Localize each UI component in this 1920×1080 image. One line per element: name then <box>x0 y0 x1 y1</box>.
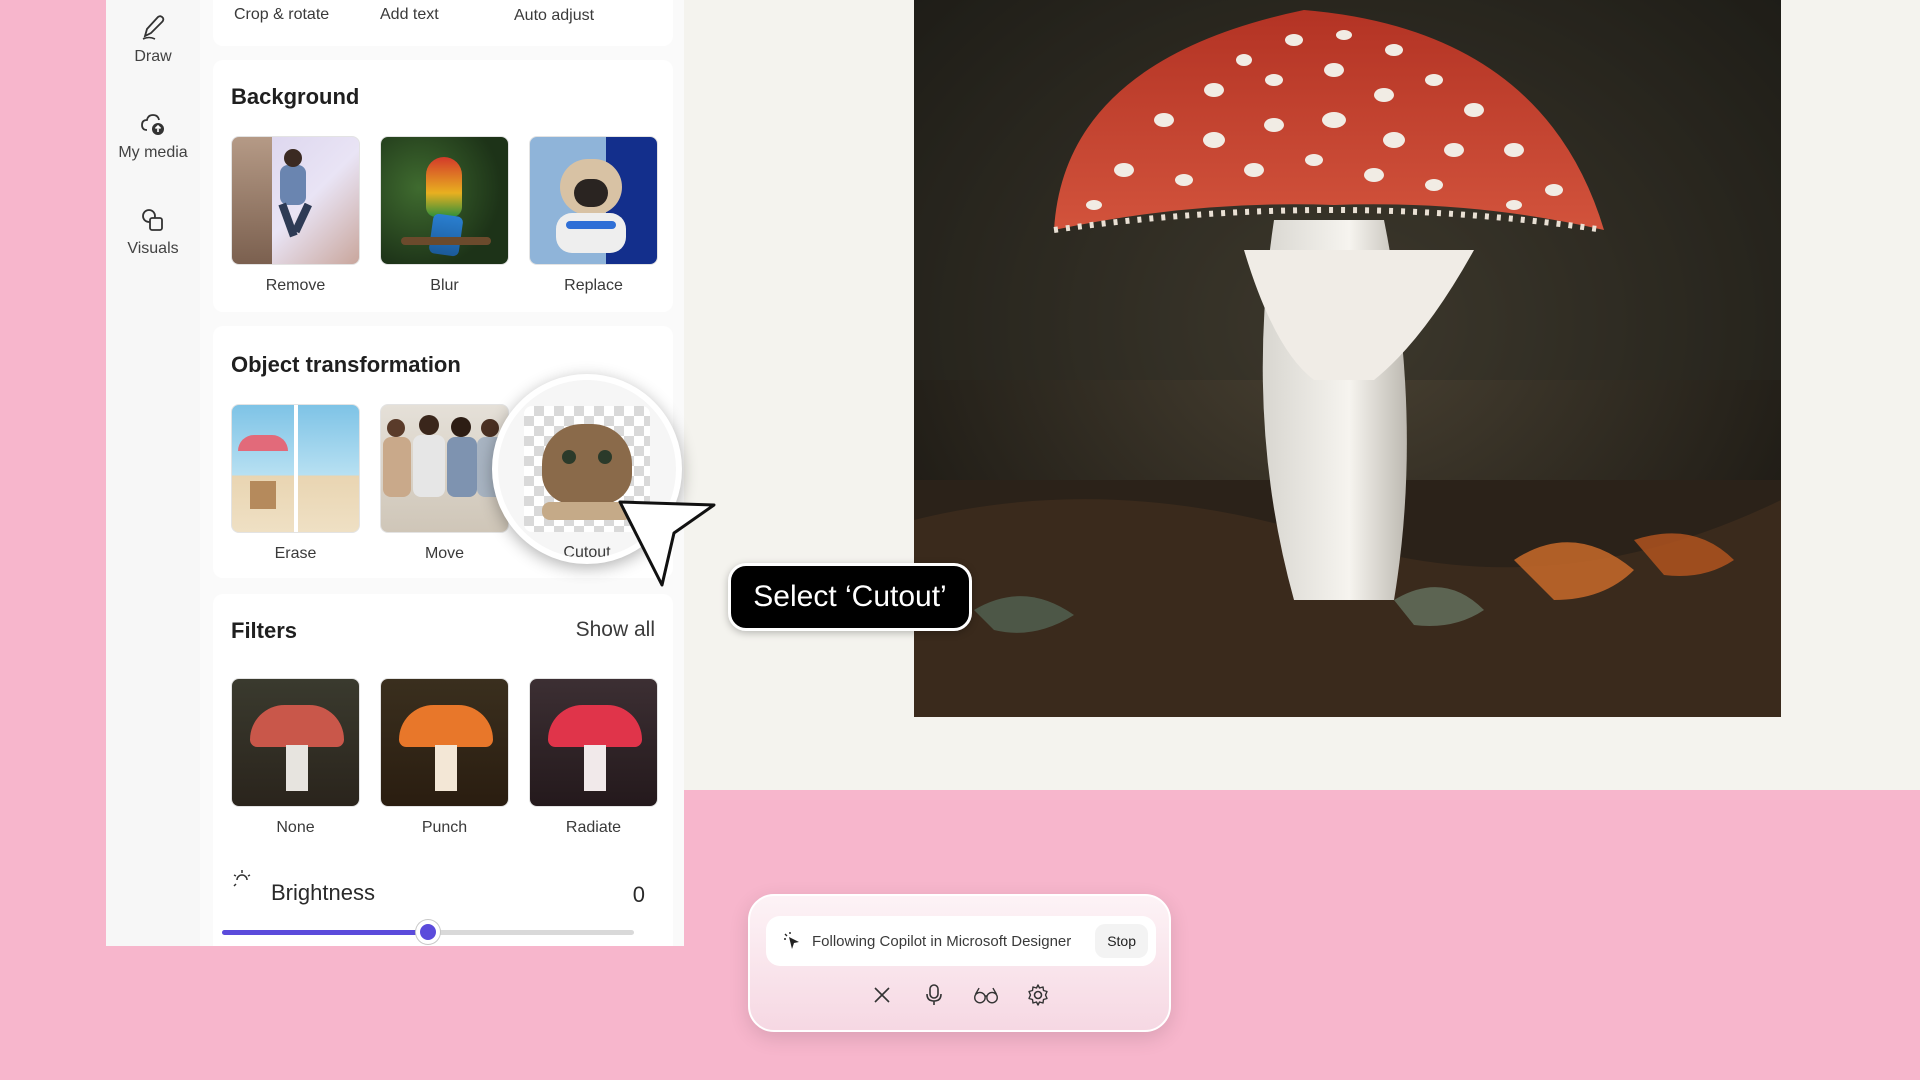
rail-item-draw[interactable]: Draw <box>106 12 200 66</box>
brightness-slider[interactable] <box>222 920 634 944</box>
section-title: Filters <box>231 618 298 643</box>
copilot-status-text: Following Copilot in Microsoft Designer <box>812 932 1072 950</box>
section-title: Background <box>231 84 360 109</box>
rail-item-label: Visuals <box>127 240 179 257</box>
auto-adjust-button[interactable]: Auto adjust <box>514 7 594 25</box>
copilot-cursor-icon <box>784 932 799 949</box>
erase-tool[interactable]: Erase <box>231 404 360 563</box>
shapes-icon <box>142 209 163 231</box>
copilot-control-bar: Following Copilot in Microsoft Designer … <box>748 894 1171 1032</box>
glasses-icon[interactable] <box>973 982 999 1008</box>
add-text-button[interactable]: Add text <box>380 6 439 24</box>
copilot-status: Following Copilot in Microsoft Designer … <box>766 916 1156 966</box>
tool-label: Radiate <box>565 819 622 836</box>
crop-rotate-button[interactable]: Crop & rotate <box>234 6 329 24</box>
tool-label: Remove <box>265 277 326 294</box>
move-thumbnail <box>380 404 509 533</box>
slider-thumb[interactable] <box>416 920 440 944</box>
erase-thumbnail <box>231 404 360 533</box>
blur-thumbnail <box>380 136 509 265</box>
instruction-tooltip: Select ‘Cutout’ <box>728 563 972 631</box>
pen-icon <box>142 15 165 40</box>
background-blur-tool[interactable]: Blur <box>380 136 509 295</box>
filter-none-thumbnail <box>231 678 360 807</box>
section-title: Object transformation <box>231 352 461 377</box>
filter-radiate-thumbnail <box>529 678 658 807</box>
rail-item-label: Draw <box>134 48 172 65</box>
mushroom-image <box>914 0 1781 717</box>
tool-label: None <box>276 819 315 836</box>
filter-none[interactable]: None <box>231 678 360 837</box>
slider-fill <box>222 930 428 935</box>
replace-thumbnail <box>529 136 658 265</box>
rail-item-visuals[interactable]: Visuals <box>106 206 200 258</box>
brightness-value: 0 <box>632 882 645 907</box>
mushroom-photo[interactable] <box>914 0 1781 717</box>
filters-card: Filters Show all None Punch Radiate Brig… <box>213 594 673 946</box>
move-tool[interactable]: Move <box>380 404 509 563</box>
filter-punch-thumbnail <box>380 678 509 807</box>
brightness-label: Brightness <box>271 880 375 905</box>
tool-label: Blur <box>430 277 459 294</box>
quick-tools-card: Crop & rotate Add text Auto adjust <box>213 0 673 46</box>
tool-label: Erase <box>274 545 317 562</box>
remove-thumbnail <box>231 136 360 265</box>
filter-punch[interactable]: Punch <box>380 678 509 837</box>
cloud-upload-icon <box>141 114 164 135</box>
filter-radiate[interactable]: Radiate <box>529 678 658 837</box>
brightness-icon <box>233 870 251 887</box>
tool-label: Punch <box>421 819 468 836</box>
tool-label: Move <box>424 545 465 562</box>
background-replace-tool[interactable]: Replace <box>529 136 658 295</box>
stop-button[interactable]: Stop <box>1095 924 1148 958</box>
settings-gear-icon[interactable] <box>1025 982 1051 1008</box>
rail-item-label: My media <box>118 144 188 161</box>
background-remove-tool[interactable]: Remove <box>231 136 360 295</box>
show-all-link[interactable]: Show all <box>576 618 655 642</box>
tool-label: Replace <box>564 277 623 294</box>
close-icon[interactable] <box>869 982 895 1008</box>
left-rail: Draw My media Visuals <box>106 0 200 946</box>
microphone-icon[interactable] <box>921 982 947 1008</box>
background-card: Background Remove Blur Replace <box>213 60 673 312</box>
pointer-cursor-icon <box>618 500 716 587</box>
rail-item-my-media[interactable]: My media <box>106 110 200 162</box>
